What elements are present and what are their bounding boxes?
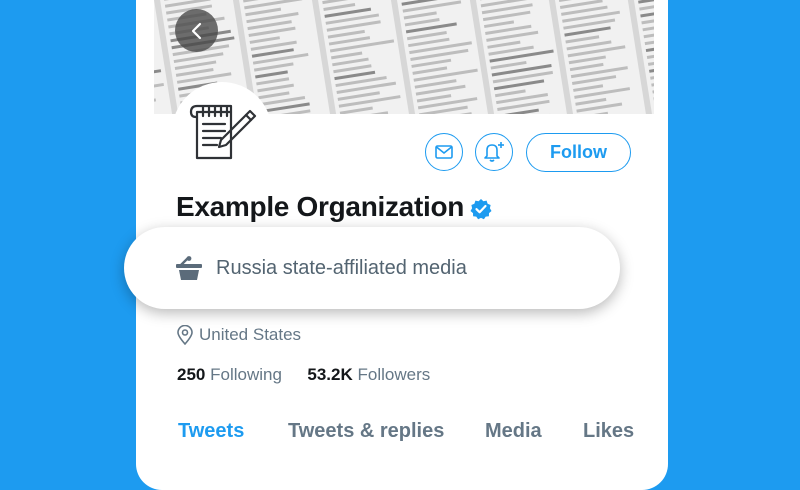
notepad-pen-icon [187,104,257,160]
follow-button-label: Follow [550,142,607,163]
notifications-button[interactable] [475,133,513,171]
chevron-left-icon [190,22,204,40]
back-button[interactable] [175,9,218,52]
mail-icon [435,145,453,159]
tab-tweets[interactable]: Tweets [178,420,244,443]
message-button[interactable] [425,133,463,171]
state-affiliated-label[interactable]: Russia state-affiliated media [124,227,620,309]
profile-location: United States [177,325,301,345]
profile-name: Example Organization [176,191,464,223]
profile-stats: 250 Following 53.2K Followers [177,365,430,385]
location-pin-icon [177,325,193,345]
state-affiliated-label-text: Russia state-affiliated media [216,257,467,280]
verified-badge-icon [470,198,492,220]
avatar[interactable] [172,82,272,182]
followers-stat[interactable]: 53.2K Followers [307,365,430,384]
follow-button[interactable]: Follow [526,133,631,172]
podium-icon [176,256,202,280]
profile-tabs: Tweets Tweets & replies Media Likes [178,420,638,444]
followers-count: 53.2K [307,365,352,384]
tab-likes[interactable]: Likes [583,420,634,443]
followers-label: Followers [358,365,431,384]
tab-media[interactable]: Media [485,420,542,443]
bell-plus-icon [482,141,506,163]
following-stat[interactable]: 250 Following [177,365,287,384]
tab-tweets-and-replies[interactable]: Tweets & replies [288,420,444,443]
following-count: 250 [177,365,205,384]
profile-name-row: Example Organization [176,191,492,223]
following-label: Following [210,365,282,384]
location-text: United States [199,325,301,345]
